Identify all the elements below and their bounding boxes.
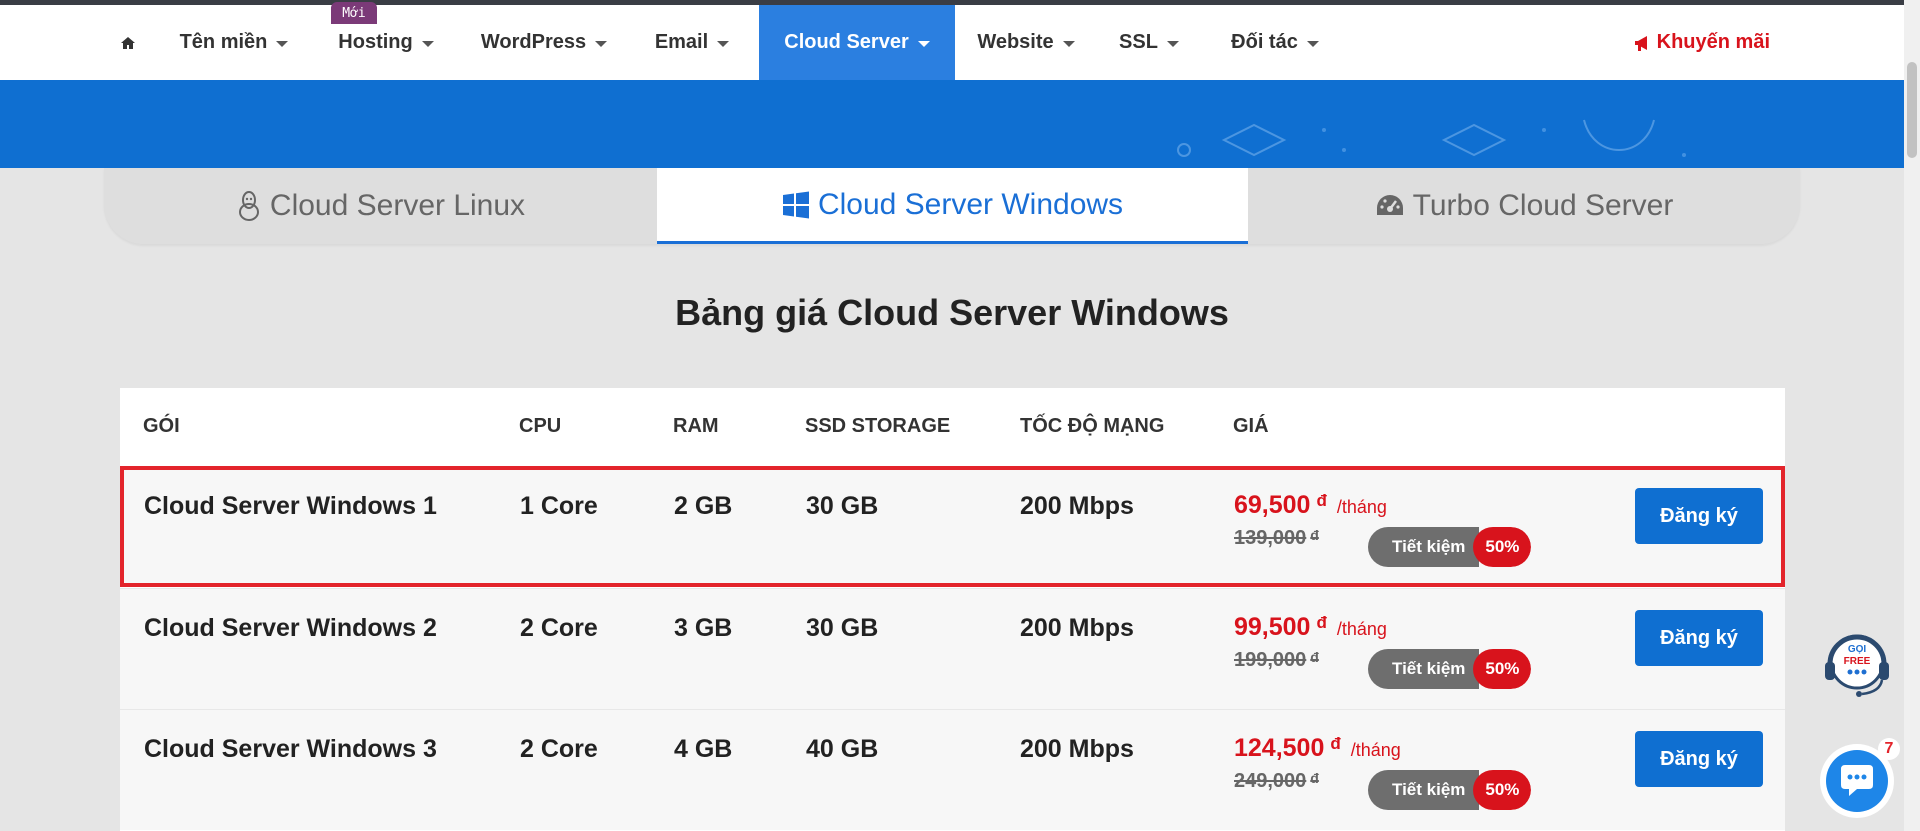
chevron-down-icon — [276, 40, 289, 47]
ssd-value: 30 GB — [806, 614, 879, 642]
ram-value: 2 GB — [674, 492, 733, 520]
register-button[interactable]: Đăng ký — [1635, 610, 1763, 666]
tab-cloud-server-windows[interactable]: Cloud Server Windows — [657, 168, 1248, 244]
nav-ten-mien[interactable]: Tên miền — [170, 5, 298, 80]
new-badge: Mới — [331, 2, 377, 24]
page-scrollbar[interactable] — [1904, 0, 1920, 831]
chevron-down-icon — [917, 40, 930, 47]
speed-value: 200 Mbps — [1020, 735, 1134, 763]
savings-badge: Tiết kiệm 50% — [1368, 527, 1532, 567]
table-row: Cloud Server Windows 2 2 Core 3 GB 30 GB… — [120, 588, 1785, 709]
table-header: GÓI CPU RAM SSD STORAGE TỐC ĐỘ MẠNG GIÁ — [120, 388, 1785, 466]
chevron-down-icon — [1062, 40, 1075, 47]
ssd-value: 40 GB — [806, 735, 879, 763]
chevron-down-icon — [717, 40, 730, 47]
tab-cloud-server-linux[interactable]: Cloud Server Linux — [104, 168, 657, 244]
chevron-down-icon — [1166, 40, 1179, 47]
price: 69,500 đ/tháng — [1234, 491, 1387, 519]
column-header: GIÁ — [1233, 415, 1269, 437]
old-price: 199,000 đ — [1234, 649, 1319, 671]
headset-icon: GỌI FREE — [1825, 634, 1889, 697]
speedometer-icon — [1376, 195, 1403, 215]
chat-unread-count: 7 — [1878, 738, 1900, 760]
ssd-value: 30 GB — [806, 492, 879, 520]
section-title: Bảng giá Cloud Server Windows — [675, 292, 1229, 333]
chevron-down-icon — [595, 40, 608, 47]
nav-doi-tac[interactable]: Đối tác — [1220, 5, 1330, 80]
hero-illustration — [1177, 119, 1686, 157]
table-row: Cloud Server Windows 1 1 Core 2 GB 30 GB… — [120, 466, 1785, 587]
price: 124,500 đ/tháng — [1234, 734, 1401, 762]
table-row: Cloud Server Windows 3 2 Core 4 GB 40 GB… — [120, 709, 1785, 830]
register-button[interactable]: Đăng ký — [1635, 488, 1763, 544]
column-header: CPU — [519, 415, 562, 437]
scrollbar-thumb[interactable] — [1907, 62, 1917, 158]
nav-website[interactable]: Website — [966, 5, 1086, 80]
column-header: RAM — [673, 415, 719, 437]
old-price: 139,000 đ — [1234, 527, 1319, 549]
chat-icon — [1841, 765, 1873, 796]
plan-name: Cloud Server Windows 2 — [144, 614, 437, 642]
tab-turbo-cloud-server[interactable]: Turbo Cloud Server — [1248, 168, 1800, 244]
megaphone-icon — [1634, 35, 1647, 51]
cpu-value: 2 Core — [520, 735, 598, 763]
ram-value: 3 GB — [674, 614, 733, 642]
savings-badge: Tiết kiệm 50% — [1368, 770, 1532, 810]
pricing-table: GÓI CPU RAM SSD STORAGE TỐC ĐỘ MẠNG GIÁ … — [120, 388, 1785, 831]
main-nav: Tên miền Hosting WordPress Email Cloud S… — [0, 5, 1904, 80]
chevron-down-icon — [421, 40, 434, 47]
savings-badge: Tiết kiệm 50% — [1368, 649, 1532, 689]
server-type-tabs: Cloud Server Linux Cloud Server Windows … — [104, 168, 1800, 244]
support-text-free: FREE — [1844, 656, 1871, 667]
home-icon — [121, 36, 135, 49]
promo-link[interactable]: Khuyến mãi — [1633, 5, 1770, 80]
windows-icon — [782, 191, 809, 218]
column-header: SSD STORAGE — [805, 415, 951, 437]
column-header: GÓI — [143, 415, 180, 437]
support-text-call: GỌI — [1848, 644, 1867, 655]
old-price: 249,000 đ — [1234, 770, 1319, 792]
speed-value: 200 Mbps — [1020, 492, 1134, 520]
cpu-value: 2 Core — [520, 614, 598, 642]
hero-banner — [0, 80, 1904, 168]
plan-name: Cloud Server Windows 1 — [144, 492, 437, 520]
free-call-widget[interactable]: GỌI FREE — [1822, 628, 1892, 700]
nav-email[interactable]: Email — [644, 5, 740, 80]
nav-ssl[interactable]: SSL — [1112, 5, 1186, 80]
linux-icon — [238, 191, 259, 221]
price: 99,500 đ/tháng — [1234, 613, 1387, 641]
nav-cloud-server[interactable]: Cloud Server — [759, 5, 955, 80]
chat-bubble — [1826, 750, 1888, 812]
ram-value: 4 GB — [674, 735, 733, 763]
cpu-value: 1 Core — [520, 492, 598, 520]
nav-wordpress[interactable]: WordPress — [470, 5, 618, 80]
register-button[interactable]: Đăng ký — [1635, 731, 1763, 787]
chevron-down-icon — [1306, 40, 1319, 47]
home-link[interactable] — [110, 5, 146, 80]
column-header: TỐC ĐỘ MẠNG — [1020, 415, 1165, 437]
plan-name: Cloud Server Windows 3 — [144, 735, 437, 763]
speed-value: 200 Mbps — [1020, 614, 1134, 642]
